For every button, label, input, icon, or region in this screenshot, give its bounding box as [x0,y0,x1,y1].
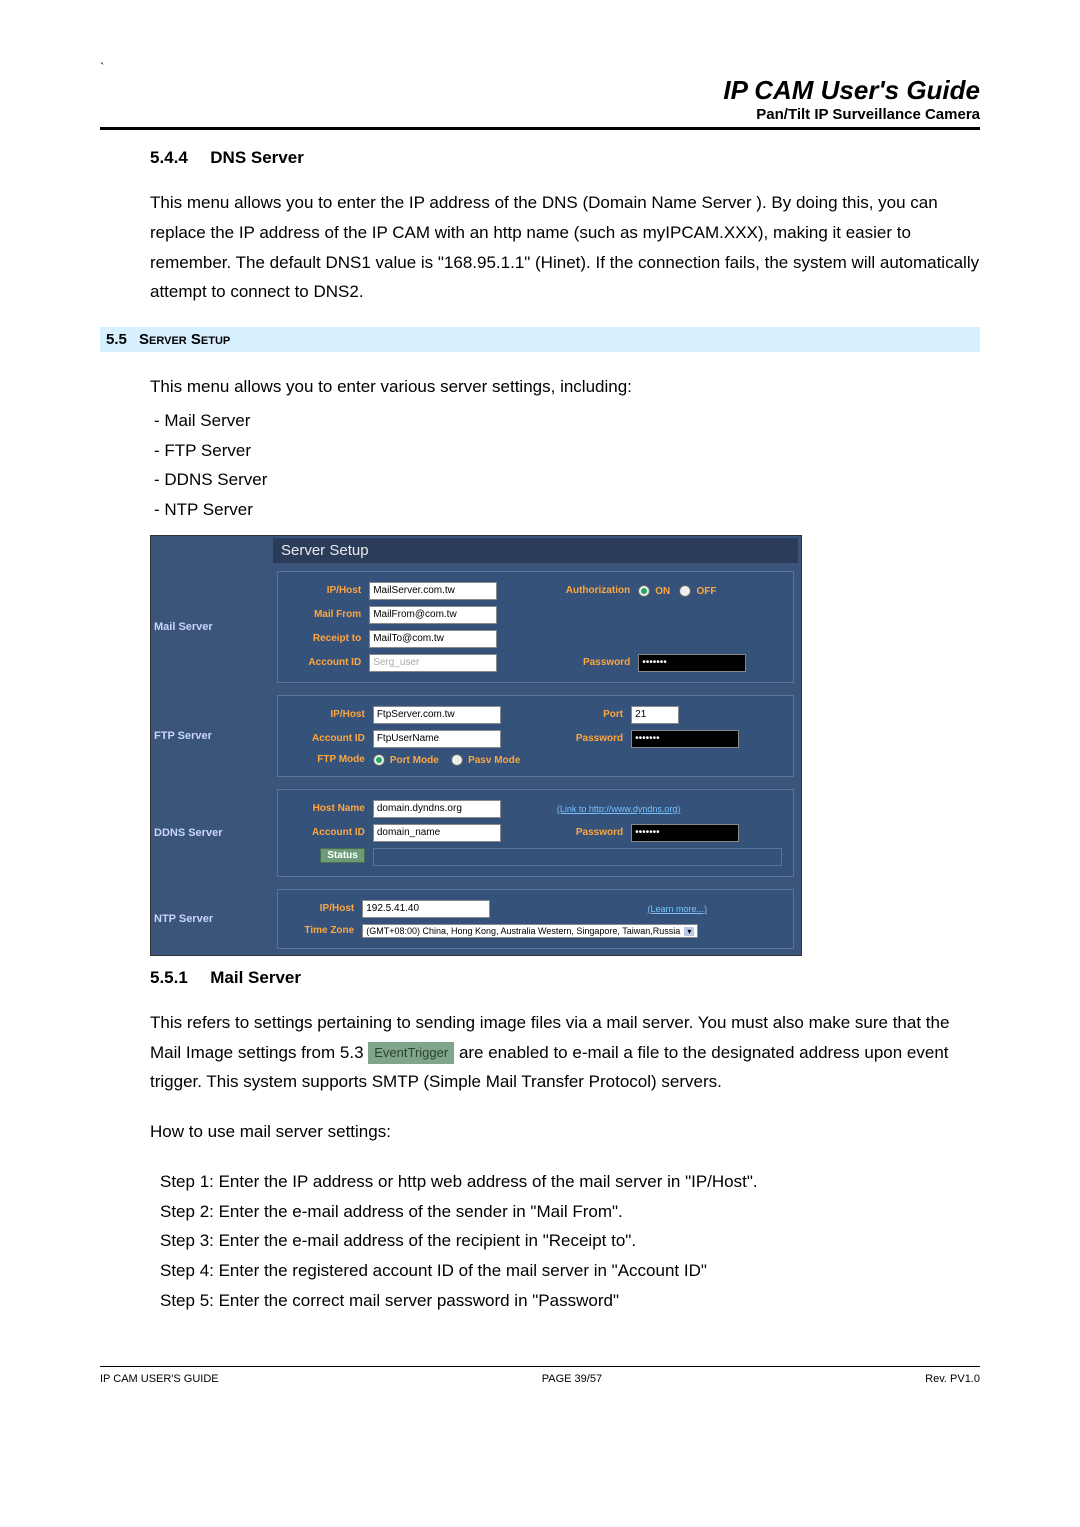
ddns-status-box [373,848,782,866]
footer-left: IP CAM USER'S GUIDE [100,1373,219,1385]
footer-right: Rev. PV1.0 [925,1373,980,1385]
step-item: Step 1: Enter the IP address or http web… [160,1167,980,1197]
ftp-port-input[interactable] [631,706,679,724]
ftp-iphost-input[interactable] [373,706,501,724]
ftp-iphost-label: IP/Host [288,704,368,726]
paragraph-howto: How to use mail server settings: [150,1117,980,1147]
ftp-pasvmode-text: Pasv Mode [468,755,520,766]
ftp-pwd-label: Password [554,728,626,750]
steps-list: Step 1: Enter the IP address or http web… [160,1167,980,1316]
step-item: Step 2: Enter the e-mail address of the … [160,1197,980,1227]
ddns-server-label: DDNS Server [154,827,222,839]
ddns-acct-input[interactable] [373,824,501,842]
footer-center: PAGE 39/57 [542,1373,602,1385]
receipt-input[interactable] [369,630,497,648]
ddns-link[interactable]: (Link to http://www.dyndns.org) [557,804,681,814]
ftp-portmode-text: Port Mode [390,755,439,766]
ddns-pwd-label: Password [554,822,626,844]
ftp-port-label: Port [554,704,626,726]
ftp-server-label: FTP Server [154,730,212,742]
list-item: Mail Server [150,406,980,436]
ftp-acct-label: Account ID [288,728,368,750]
heading-5-5-1: 5.5.1 Mail Server [150,968,980,988]
auth-off-text: OFF [696,586,716,597]
step-item: Step 5: Enter the correct mail server pa… [160,1286,980,1316]
ddns-server-block: Host Name (Link to http://www.dyndns.org… [277,789,794,877]
mail-pwd-label: Password [542,652,633,674]
auth-off-radio[interactable] [679,585,691,597]
list-item: FTP Server [150,436,980,466]
step-item: Step 3: Enter the e-mail address of the … [160,1226,980,1256]
ntp-server-block: IP/Host (Learn more...) Time Zone (GMT+0… [277,889,794,949]
section-number: 5.5 [106,331,127,348]
server-setup-panel: Server Setup Mail Server IP/Host Authori… [150,535,802,956]
paragraph-server-intro: This menu allows you to enter various se… [150,372,980,402]
heading-title: Mail Server [210,968,301,987]
ddns-host-label: Host Name [288,798,368,820]
auth-on-text: ON [655,586,670,597]
ddns-acct-label: Account ID [288,822,368,844]
list-item: NTP Server [150,495,980,525]
server-list: Mail Server FTP Server DDNS Server NTP S… [150,406,980,525]
iphost-label: IP/Host [288,580,364,602]
ntp-learn-link[interactable]: (Learn more...) [647,904,707,914]
heading-5-4-4: 5.4.4 DNS Server [150,148,980,168]
mail-server-label: Mail Server [154,621,213,633]
heading-number: 5.5.1 [150,968,188,987]
header-title: IP CAM User's Guide [100,75,980,106]
ddns-host-input[interactable] [373,800,501,818]
step-item: Step 4: Enter the registered account ID … [160,1256,980,1286]
list-item: DDNS Server [150,465,980,495]
ntp-iphost-label: IP/Host [288,898,357,920]
ntp-iphost-input[interactable] [362,900,490,918]
ftp-server-block: IP/Host Port Account ID Password [277,695,794,777]
ntp-tz-select[interactable]: (GMT+08:00) China, Hong Kong, Australia … [362,924,698,938]
ftp-pwd-input[interactable] [631,730,739,748]
mail-iphost-input[interactable] [369,582,497,600]
header-subtitle: Pan/Tilt IP Surveillance Camera [100,106,980,123]
page-header: IP CAM User's Guide Pan/Tilt IP Surveill… [100,75,980,130]
heading-number: 5.4.4 [150,148,188,167]
page-footer: IP CAM USER'S GUIDE PAGE 39/57 Rev. PV1.… [100,1366,980,1385]
backtick-mark: ` [100,60,980,75]
ftp-acct-input[interactable] [373,730,501,748]
mail-acct-label: Account ID [288,652,364,674]
heading-title: DNS Server [210,148,304,167]
mail-acct-input[interactable] [369,654,497,672]
section-bar-5-5: 5.5 Server Setup [100,327,980,352]
paragraph-mailserver: This refers to settings pertaining to se… [150,1008,980,1097]
mailfrom-label: Mail From [288,604,364,626]
auth-label: Authorization [542,580,633,602]
ftp-pasvmode-radio[interactable] [451,754,463,766]
mailfrom-input[interactable] [369,606,497,624]
chevron-down-icon: ▾ [684,927,694,936]
mail-server-block: IP/Host Authorization ON OFF [277,571,794,683]
event-trigger-button[interactable]: EventTrigger [368,1042,454,1065]
panel-title: Server Setup [273,538,798,563]
ntp-tz-value: (GMT+08:00) China, Hong Kong, Australia … [366,926,680,936]
paragraph-dns: This menu allows you to enter the IP add… [150,188,980,307]
section-title: Server Setup [139,331,230,348]
ntp-server-label: NTP Server [154,913,213,925]
ftp-portmode-radio[interactable] [373,754,385,766]
auth-on-radio[interactable] [638,585,650,597]
mail-pwd-input[interactable] [638,654,746,672]
ftp-mode-label: FTP Mode [288,752,368,768]
ntp-tz-label: Time Zone [288,922,357,940]
receipt-label: Receipt to [288,628,364,650]
ddns-status-button[interactable]: Status [320,848,365,863]
ddns-pwd-input[interactable] [631,824,739,842]
